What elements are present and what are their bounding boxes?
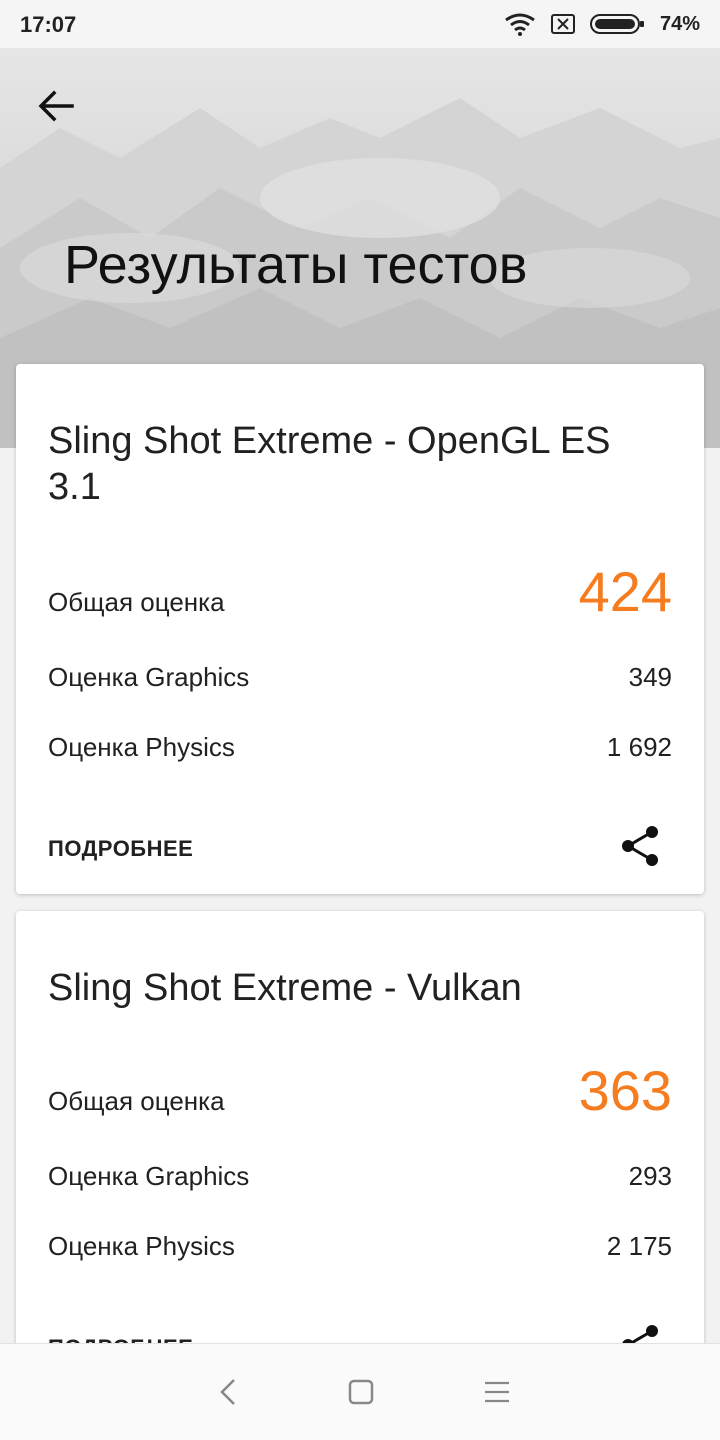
battery-icon — [589, 14, 644, 34]
nav-home-button[interactable] — [341, 1372, 381, 1412]
status-time: 17:07 — [20, 12, 77, 37]
physics-score-value: 2 175 — [606, 1231, 672, 1261]
details-button[interactable]: ПОДРОБНЕЕ — [48, 836, 193, 862]
total-score-row: Общая оценка 363 — [48, 1058, 672, 1123]
result-card-vulkan: Sling Shot Extreme - Vulkan Общая оценка… — [16, 911, 704, 1361]
total-score-value: 363 — [578, 1059, 672, 1122]
nav-home-icon — [348, 1379, 374, 1405]
card-title: Sling Shot Extreme - OpenGL ES 3.1 — [48, 420, 611, 508]
physics-score-row: Оценка Physics 1 692 — [48, 732, 672, 763]
no-sim-icon — [550, 14, 575, 34]
graphics-score-value: 293 — [628, 1161, 672, 1191]
graphics-score-row: Оценка Graphics 293 — [48, 1161, 672, 1192]
share-button[interactable] — [616, 822, 664, 870]
nav-back-icon — [220, 1379, 235, 1405]
graphics-score-label: Оценка Graphics — [48, 662, 250, 692]
page-title: Результаты тестов — [64, 235, 528, 295]
physics-score-value: 1 692 — [606, 732, 672, 762]
wifi-icon — [505, 13, 535, 36]
result-card-opengl: Sling Shot Extreme - OpenGL ES 3.1 Общая… — [16, 364, 704, 894]
battery-percent: 74% — [659, 12, 700, 35]
physics-score-label: Оценка Physics — [48, 1231, 235, 1261]
back-button[interactable] — [26, 76, 86, 136]
total-score-row: Общая оценка 424 — [48, 559, 672, 624]
graphics-score-row: Оценка Graphics 349 — [48, 662, 672, 693]
nav-menu-icon — [485, 1381, 509, 1403]
card-title: Sling Shot Extreme - Vulkan — [48, 967, 522, 1009]
status-bar: 17:07 74% — [0, 0, 720, 48]
total-score-label: Общая оценка — [48, 1086, 225, 1116]
total-score-value: 424 — [578, 560, 672, 623]
graphics-score-label: Оценка Graphics — [48, 1161, 250, 1191]
status-icons: 74% — [504, 10, 700, 38]
nav-back-button[interactable] — [208, 1372, 248, 1412]
physics-score-label: Оценка Physics — [48, 732, 235, 762]
total-score-label: Общая оценка — [48, 587, 225, 617]
arrow-left-icon — [38, 90, 74, 122]
graphics-score-value: 349 — [628, 662, 672, 692]
system-nav-bar — [0, 1343, 720, 1440]
nav-menu-button[interactable] — [477, 1372, 517, 1412]
share-icon — [622, 826, 658, 866]
physics-score-row: Оценка Physics 2 175 — [48, 1231, 672, 1262]
